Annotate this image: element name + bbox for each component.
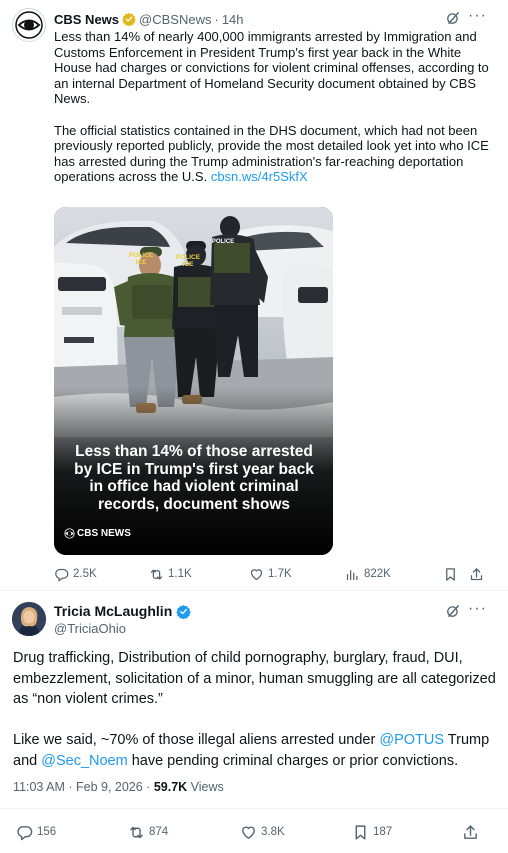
verified-gold-badge-icon — [122, 12, 136, 26]
tweet-timestamp[interactable]: 11:03 AM · Feb 9, 2026 · — [13, 780, 154, 794]
share-icon — [470, 567, 483, 580]
views-button[interactable]: 822K — [345, 567, 391, 582]
view-count: 59.7K — [153, 780, 188, 794]
quoted-author-name[interactable]: CBS News — [54, 12, 119, 27]
repost-count: 874 — [149, 826, 169, 838]
quoted-tweet-actions: 2.5K 1.1K 1.7K 822K — [54, 564, 494, 584]
views-count: 822K — [364, 568, 391, 580]
bookmark-button[interactable] — [443, 567, 458, 582]
reply-count: 2.5K — [73, 568, 97, 580]
views-label: Views — [187, 780, 224, 794]
main-tweet-actions: 156 874 3.8K 187 — [16, 822, 486, 842]
verified-blue-badge-icon — [176, 604, 191, 619]
cbs-eye-small-icon — [64, 528, 75, 539]
media-caption: Less than 14% of those arrested by ICE i… — [74, 443, 314, 513]
bookmark-button[interactable]: 187 — [352, 824, 392, 841]
share-button[interactable] — [462, 824, 479, 841]
quoted-tweet-time[interactable]: 14h — [222, 12, 244, 27]
bookmark-icon — [355, 824, 366, 840]
avatar[interactable] — [12, 602, 46, 636]
cbs-news-watermark: CBS NEWS — [64, 528, 131, 539]
repost-button[interactable]: 874 — [128, 824, 168, 841]
quoted-paragraph-2: The official statistics contained in the… — [54, 123, 494, 185]
views-icon — [346, 569, 358, 580]
reply-icon — [55, 568, 69, 581]
bookmark-icon — [446, 567, 455, 581]
reply-button[interactable]: 156 — [16, 824, 56, 841]
mention-sec-noem-link[interactable]: @Sec_Noem — [41, 753, 127, 769]
cbs-eye-logo-icon — [15, 11, 43, 39]
like-icon — [242, 826, 255, 839]
quoted-tweet-text: Less than 14% of nearly 400,000 immigran… — [54, 29, 494, 185]
like-count: 3.8K — [261, 826, 285, 838]
main-author-handle[interactable]: @TriciaOhio — [54, 621, 126, 636]
grok-icon[interactable] — [446, 11, 460, 30]
article-link[interactable]: cbsn.ws/4r5SkfX — [211, 169, 308, 184]
repost-icon — [150, 569, 163, 579]
quoted-tweet-header: CBS News @CBSNews · 14h — [54, 10, 244, 28]
brand-name: CBS NEWS — [77, 528, 131, 539]
repost-count: 1.1K — [168, 568, 192, 580]
mention-potus-link[interactable]: @POTUS — [379, 732, 444, 748]
bookmark-count: 187 — [373, 826, 393, 838]
share-icon — [464, 824, 477, 839]
header-separator: · — [214, 11, 219, 27]
vest-label-1: POLICE — [128, 252, 154, 259]
vest-label-2: ICE — [135, 259, 147, 266]
grok-icon[interactable] — [446, 604, 460, 623]
main-paragraph-2: Like we said, ~70% of those illegal alie… — [13, 730, 498, 771]
like-count: 1.7K — [268, 568, 292, 580]
share-button[interactable] — [469, 567, 484, 582]
vest-label-agent-3: POLICE — [211, 239, 235, 245]
like-icon — [250, 568, 263, 580]
main-tweet-text: Drug trafficking, Distribution of child … — [13, 648, 498, 771]
reply-button[interactable]: 2.5K — [54, 567, 97, 582]
vest-label-agent-1: POLICE ICE — [124, 252, 158, 266]
tweet-media-image[interactable]: POLICE ICE POLICE ICE POLICE Less than 1… — [54, 207, 333, 555]
main-paragraph-1: Drug trafficking, Distribution of child … — [13, 650, 496, 707]
more-icon[interactable]: ··· — [468, 7, 487, 25]
profile-photo — [12, 602, 46, 636]
like-button[interactable]: 3.8K — [240, 824, 285, 841]
vest-label-agent-2-line-1: POLICE — [175, 254, 201, 261]
meta-divider — [0, 808, 508, 809]
main-author-row: Tricia McLaughlin — [54, 603, 191, 619]
cbs-avatar[interactable] — [12, 8, 46, 42]
tweet-metadata: 11:03 AM · Feb 9, 2026 · 59.7K Views — [13, 780, 224, 794]
paragraph-2-start: Like we said, ~70% of those illegal alie… — [13, 732, 380, 748]
quoted-author-handle[interactable]: @CBSNews — [139, 12, 211, 27]
vest-label-agent-2-line-2: ICE — [182, 261, 194, 268]
main-author-name[interactable]: Tricia McLaughlin — [54, 603, 172, 619]
quoted-paragraph-1: Less than 14% of nearly 400,000 immigran… — [54, 29, 489, 107]
repost-button[interactable]: 1.1K — [149, 567, 192, 582]
reply-icon — [17, 825, 33, 840]
vest-label-agent-2: POLICE ICE — [172, 254, 204, 268]
like-button[interactable]: 1.7K — [249, 567, 292, 582]
tweet-divider — [0, 590, 508, 591]
paragraph-2-end: have pending criminal charges or prior c… — [127, 752, 459, 769]
reply-count: 156 — [37, 826, 57, 838]
repost-icon — [130, 826, 143, 838]
more-icon[interactable]: ··· — [468, 600, 487, 618]
